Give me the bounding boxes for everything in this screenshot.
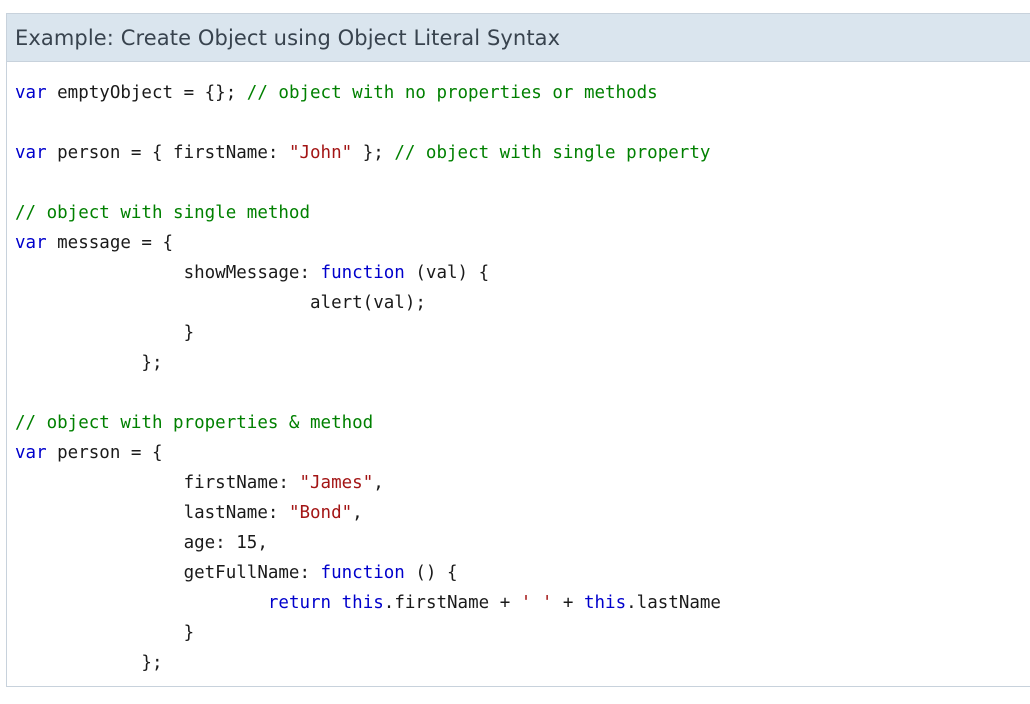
code-comment: // object with single method [15, 203, 311, 223]
code-text: () { [404, 563, 458, 583]
code-keyword: function [320, 263, 405, 283]
example-title: Example: Create Object using Object Lite… [15, 25, 561, 50]
code-keyword: var [15, 143, 47, 163]
code-text: alert(val); [15, 293, 426, 313]
code-string: ' ' [520, 593, 553, 613]
code-text: .lastName [626, 593, 721, 613]
code-line: getFullName: function () { [15, 558, 1030, 588]
code-line: }; [15, 648, 1030, 678]
code-line: firstName: "James", [15, 468, 1030, 498]
code-line: var person = { firstName: "John" }; // o… [15, 138, 1030, 168]
code-line: // object with single method [15, 198, 1030, 228]
code-line: return this.firstName + ' ' + this.lastN… [15, 588, 1030, 618]
code-comment: // object with single property [394, 143, 711, 163]
code-keyword: var [15, 443, 47, 463]
code-string: "James" [299, 473, 374, 493]
code-line: }; [15, 348, 1030, 378]
code-keyword: function [320, 563, 405, 583]
code-line: var emptyObject = {}; // object with no … [15, 78, 1030, 108]
code-line: } [15, 318, 1030, 348]
code-line: var message = { [15, 228, 1030, 258]
example-header: Example: Create Object using Object Lite… [7, 14, 1030, 62]
code-text: firstName: [15, 473, 300, 493]
code-keyword: var [15, 83, 47, 103]
code-text: emptyObject = {}; [46, 83, 247, 103]
code-text: getFullName: [15, 563, 321, 583]
code-text: age: 15, [15, 533, 268, 553]
code-text: , [352, 503, 363, 523]
code-text: }; [15, 353, 163, 373]
code-text: (val) { [404, 263, 490, 283]
code-text: lastName: [15, 503, 289, 523]
code-block: var emptyObject = {}; // object with no … [7, 62, 1030, 678]
code-text: .firstName + [383, 593, 521, 613]
code-line: alert(val); [15, 288, 1030, 318]
code-text: , [373, 473, 384, 493]
code-line: lastName: "Bond", [15, 498, 1030, 528]
code-text: person = { firstName: [46, 143, 289, 163]
code-keyword: return [267, 593, 332, 613]
code-keyword: this [583, 593, 627, 613]
code-text: }; [15, 653, 163, 673]
code-line: showMessage: function (val) { [15, 258, 1030, 288]
code-line: } [15, 618, 1030, 648]
code-text: + [552, 593, 584, 613]
code-text: message = { [46, 233, 174, 253]
code-line: age: 15, [15, 528, 1030, 558]
code-string: "John" [288, 143, 353, 163]
code-line: var person = { [15, 438, 1030, 468]
code-string: "Bond" [288, 503, 353, 523]
code-example-panel: Example: Create Object using Object Lite… [6, 13, 1030, 687]
code-text: } [15, 323, 195, 343]
code-text: } [15, 623, 195, 643]
code-comment: // object with properties & method [15, 413, 374, 433]
code-text: showMessage: [15, 263, 321, 283]
code-text: person = { [46, 443, 163, 463]
code-keyword: var [15, 233, 47, 253]
code-keyword: this [341, 593, 384, 613]
code-line: // object with properties & method [15, 408, 1030, 438]
code-comment: // object with no properties or methods [246, 83, 658, 103]
code-text: }; [352, 143, 395, 163]
